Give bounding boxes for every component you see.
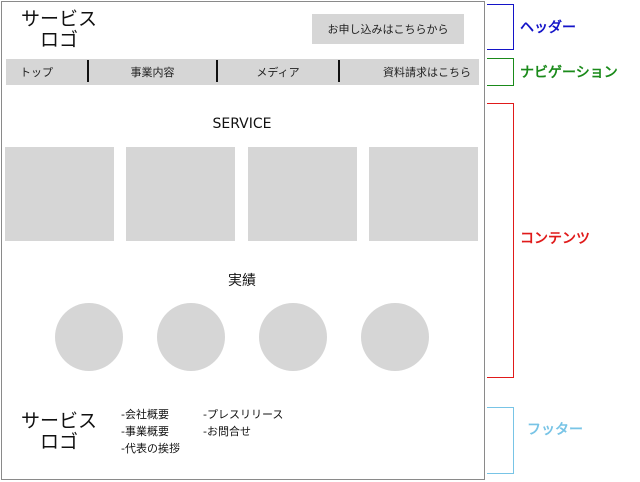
works-image-placeholder[interactable] bbox=[361, 303, 429, 371]
footer-logo[interactable]: サービス ロゴ bbox=[14, 411, 104, 453]
header-logo-line2: ロゴ bbox=[39, 29, 78, 51]
header-logo-line1: サービス bbox=[20, 8, 97, 30]
nav-divider bbox=[338, 60, 340, 82]
works-section-title: 実績 bbox=[228, 273, 256, 289]
content-bracket bbox=[487, 103, 514, 378]
global-nav: トップ 事業内容 メディア 資料請求はこちら bbox=[6, 59, 479, 85]
service-image-placeholder[interactable] bbox=[5, 147, 114, 241]
navigation-bracket bbox=[487, 58, 514, 86]
footer-annotation: フッター bbox=[527, 422, 583, 438]
works-image-placeholder[interactable] bbox=[259, 303, 327, 371]
apply-button[interactable]: お申し込みはこちらから bbox=[312, 14, 464, 44]
service-section-title: SERVICE bbox=[212, 116, 272, 132]
service-image-placeholder[interactable] bbox=[369, 147, 478, 241]
nav-divider bbox=[87, 60, 89, 82]
nav-item-top[interactable]: トップ bbox=[6, 59, 88, 85]
footer-link-business[interactable]: -事業概要 bbox=[121, 424, 169, 440]
navigation-annotation: ナビゲーション bbox=[520, 65, 618, 81]
service-image-placeholder[interactable] bbox=[126, 147, 235, 241]
header-annotation: ヘッダー bbox=[520, 20, 576, 36]
header-logo[interactable]: サービス ロゴ bbox=[14, 9, 104, 51]
nav-item-document-request[interactable]: 資料請求はこちら bbox=[339, 59, 479, 85]
footer-bracket bbox=[487, 407, 514, 474]
footer-link-press[interactable]: -プレスリリース bbox=[203, 407, 283, 423]
footer-link-greeting[interactable]: -代表の挨拶 bbox=[121, 441, 180, 457]
footer-logo-line2: ロゴ bbox=[39, 431, 78, 453]
header-bracket bbox=[487, 4, 514, 50]
service-image-placeholder[interactable] bbox=[248, 147, 357, 241]
works-image-placeholder[interactable] bbox=[157, 303, 225, 371]
footer-link-company[interactable]: -会社概要 bbox=[121, 407, 169, 423]
nav-item-business[interactable]: 事業内容 bbox=[88, 59, 217, 85]
nav-divider bbox=[216, 60, 218, 82]
content-annotation: コンテンツ bbox=[520, 231, 590, 247]
nav-item-media[interactable]: メディア bbox=[217, 59, 339, 85]
works-image-placeholder[interactable] bbox=[55, 303, 123, 371]
footer-logo-line1: サービス bbox=[20, 410, 97, 432]
footer-link-contact[interactable]: -お問合せ bbox=[203, 424, 251, 440]
